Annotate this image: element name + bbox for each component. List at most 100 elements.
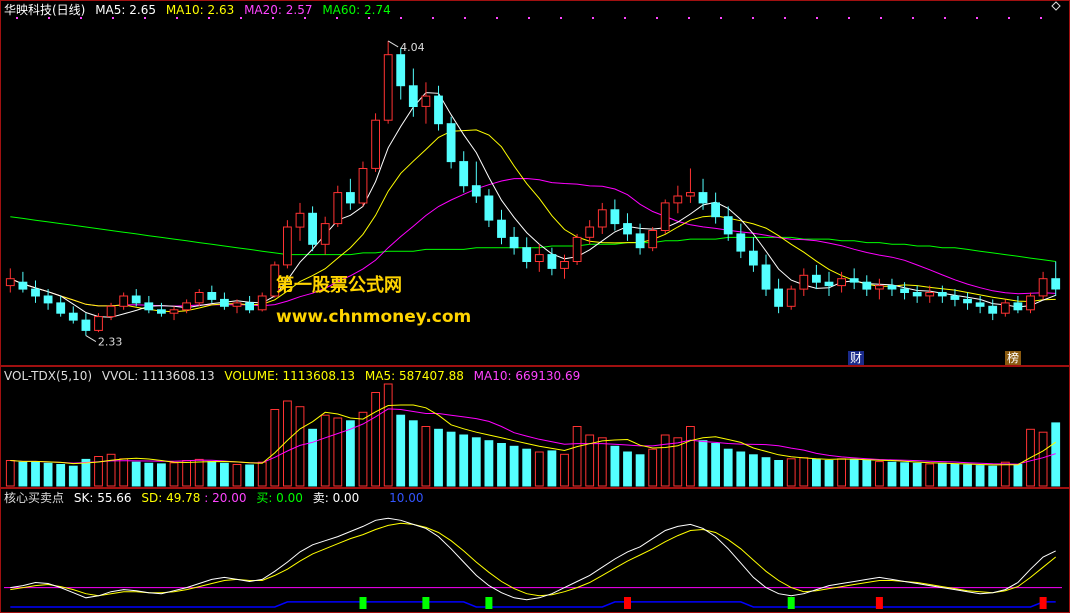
marker-dot (592, 17, 594, 19)
panel-frames (0, 0, 1070, 613)
volume-bar (509, 445, 519, 487)
candle-body (308, 212, 318, 245)
candle-body (572, 236, 582, 262)
candle-body (686, 192, 695, 197)
candle-body (1038, 278, 1048, 297)
chart-canvas: 4.04 2.33 (0, 0, 1070, 613)
candle-body (937, 292, 947, 297)
volume-bar (849, 458, 859, 487)
finance-tag[interactable]: 财 (848, 351, 865, 365)
volume-bar (94, 456, 103, 487)
candle-body (522, 247, 532, 262)
volume-bar (572, 426, 582, 487)
marker-dot (656, 17, 658, 19)
marker-dot (624, 17, 626, 19)
candle-body (43, 295, 53, 304)
volume-bar (522, 448, 532, 487)
level-10-band-line (10, 601, 1056, 608)
candle-body (484, 195, 494, 221)
volume-bar (711, 443, 721, 487)
candle-body (635, 233, 645, 249)
candle-body (547, 254, 557, 269)
marker-dot (688, 17, 690, 19)
volume-bar (736, 451, 746, 487)
candle-body (346, 192, 355, 204)
marker-dot (1040, 17, 1042, 19)
volume-bar (434, 428, 443, 487)
sk-value: SK: 55.66 (73, 491, 132, 505)
volume-bar (887, 461, 897, 487)
buy-signal-marker (359, 597, 367, 609)
candle-body (182, 302, 191, 311)
marker-dot (496, 17, 498, 19)
candle-body (1051, 278, 1061, 290)
marker-dot (464, 17, 466, 19)
vvol-value: VVOL: 1113608.13 (101, 369, 215, 383)
candle-body (421, 95, 431, 107)
volume-bar (157, 463, 166, 487)
watermark-url: www.chnmoney.com (276, 307, 472, 327)
volume-bar (408, 420, 418, 487)
ma20-value: MA20: 2.57 (244, 3, 313, 17)
panel-diamond-icon (1051, 1, 1061, 11)
candle-body (497, 219, 506, 238)
price-panel[interactable]: 4.04 2.33 (5, 1, 1061, 349)
candle-body (623, 223, 632, 235)
volume-bar (1038, 431, 1048, 487)
indicator-panel-header: 核心买卖点 SK: 55.66 SD: 49.78 : 20.00 买: 0.0… (4, 490, 430, 506)
candle-body (534, 254, 544, 263)
sell-signal-marker (1039, 597, 1047, 609)
ranking-tag[interactable]: 榜 (1005, 351, 1022, 365)
volume-bar (270, 409, 280, 487)
volume-bar (446, 431, 456, 487)
sell-signal-marker (624, 597, 631, 609)
volume-bar (862, 460, 872, 487)
vol-ma5-value: MA5: 587407.88 (364, 369, 464, 383)
volume-bar (207, 461, 217, 487)
marker-dot (912, 17, 914, 19)
volume-bar (1000, 461, 1010, 487)
ma60-value: MA60: 2.74 (322, 3, 391, 17)
candle-body (169, 309, 179, 314)
buy-signal-marker (422, 597, 430, 609)
candle-body (257, 295, 267, 311)
ma10-value: MA10: 2.63 (165, 3, 235, 17)
marker-dot (400, 17, 402, 19)
candle-body (610, 209, 620, 225)
marker-dot (528, 17, 530, 19)
volume-bar (333, 417, 343, 487)
candle-body (673, 195, 683, 204)
volume-bar (925, 463, 935, 487)
candle-body (119, 295, 129, 307)
candle-body (761, 264, 771, 290)
volume-bar (220, 462, 229, 487)
volume-bar (56, 464, 66, 487)
volume-bar (358, 411, 368, 487)
marker-dot (816, 17, 818, 19)
sd-line (10, 522, 1057, 597)
candle-body (698, 192, 708, 204)
volume-panel[interactable] (5, 383, 1061, 487)
low-pointer (85, 335, 97, 343)
candle-body (446, 123, 456, 163)
volume-bar (799, 457, 809, 487)
low-price-label: 2.33 (98, 336, 123, 349)
marker-dot (880, 17, 882, 19)
candle-body (509, 236, 519, 249)
candle-body (68, 312, 78, 321)
volume-bar (635, 454, 645, 487)
volume-bar (182, 460, 191, 487)
volume-bar (232, 464, 242, 487)
candle-body (371, 119, 381, 169)
candle-body (333, 192, 343, 225)
sd-value: SD: 49.78 (141, 491, 201, 505)
candle-body (459, 161, 469, 187)
volume-bar (396, 414, 406, 487)
candle-body (875, 285, 884, 290)
candle-body (106, 305, 116, 318)
volume-bar (119, 458, 129, 487)
indicator-panel[interactable] (4, 517, 1062, 609)
marker-dot (752, 17, 754, 19)
marker-dot (976, 17, 978, 19)
volume-bar (560, 453, 569, 487)
